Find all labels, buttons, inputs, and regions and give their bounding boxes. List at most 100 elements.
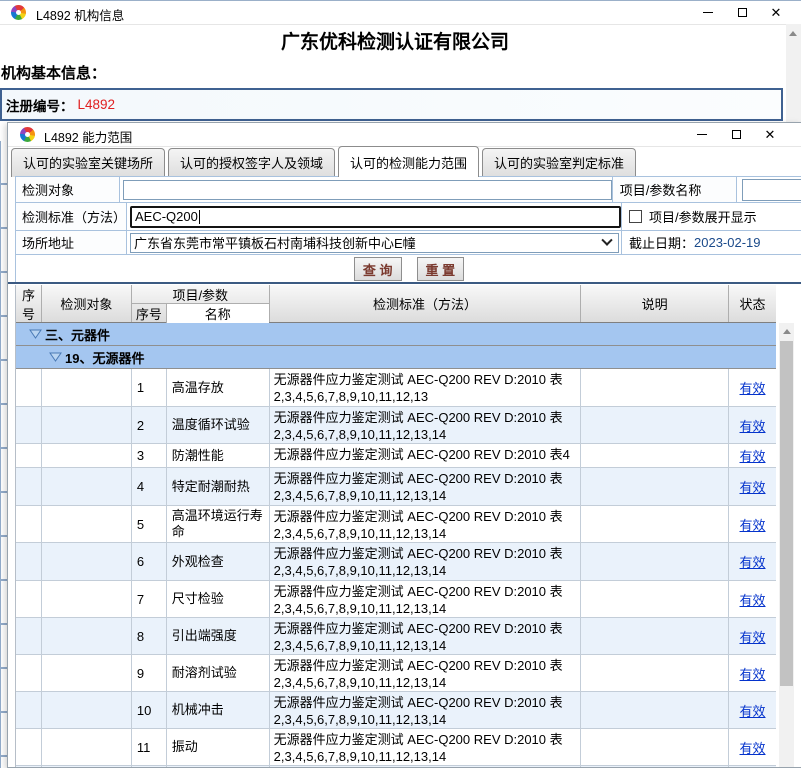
status-link[interactable]: 有效 [740, 738, 766, 757]
method-cell: 无源器件应力鉴定测试 AEC-Q200 REV D:2010 表2,3,4,5,… [270, 543, 582, 580]
group-row-components[interactable]: 三、元器件 [16, 323, 776, 346]
param-seq-cell: 6 [132, 543, 167, 580]
object-cell [42, 543, 132, 580]
param-seq-cell: 7 [132, 581, 167, 617]
header-param-seq: 序号 [132, 304, 167, 323]
screen: L4892 机构信息 ✕ 广东优科检测认证有限公司 机构基本信息： 注册编号： … [0, 0, 801, 768]
section-label: 机构基本信息： [1, 62, 106, 83]
param-name-cell: 尺寸检验 [167, 581, 270, 617]
seq-cell [16, 444, 42, 467]
minimize-button[interactable] [691, 1, 725, 24]
group-label: 19、无源器件 [65, 348, 144, 367]
close-button[interactable]: ✕ [753, 123, 787, 146]
table-row: 10 机械冲击 无源器件应力鉴定测试 AEC-Q200 REV D:2010 表… [16, 692, 776, 729]
status-link[interactable]: 有效 [740, 590, 766, 609]
status-link[interactable]: 有效 [740, 416, 766, 435]
seq-cell [16, 369, 42, 406]
header-object: 检测对象 [42, 285, 132, 322]
seq-cell [16, 692, 42, 728]
back-window-scrollbar[interactable] [786, 24, 801, 123]
status-link[interactable]: 有效 [740, 552, 766, 571]
address-select[interactable]: 广东省东莞市常平镇板石村南埔科技创新中心E幢 [130, 233, 619, 253]
scrollbar-thumb[interactable] [780, 341, 793, 686]
deadline-value: 2023-02-19 [694, 235, 761, 250]
object-cell [42, 506, 132, 542]
status-link[interactable]: 有效 [740, 515, 766, 534]
close-button[interactable]: ✕ [759, 1, 793, 24]
table-row: 5 高温环境运行寿命 无源器件应力鉴定测试 AEC-Q200 REV D:201… [16, 506, 776, 543]
collapse-icon [29, 327, 42, 342]
status-link[interactable]: 有效 [740, 378, 766, 397]
object-cell [42, 369, 132, 406]
table-row: 6 外观检查 无源器件应力鉴定测试 AEC-Q200 REV D:2010 表2… [16, 543, 776, 581]
status-link[interactable]: 有效 [740, 664, 766, 683]
tab-testing-capability[interactable]: 认可的检测能力范围 [338, 146, 479, 177]
param-seq-cell: 5 [132, 506, 167, 542]
tab-authorized-signatories[interactable]: 认可的授权签字人及领域 [168, 148, 335, 177]
scroll-up-button[interactable] [779, 323, 794, 340]
method-cell: 无源器件应力鉴定测试 AEC-Q200 REV D:2010 表2,3,4,5,… [270, 729, 582, 765]
param-name-cell: 外观检查 [167, 543, 270, 580]
status-link[interactable]: 有效 [740, 477, 766, 496]
test-object-input[interactable] [123, 180, 612, 200]
seq-cell [16, 729, 42, 765]
test-standard-input[interactable]: AEC-Q200 [130, 206, 621, 228]
table-header: 序号 检测对象 项目/参数 序号 名称 检测标准（方法） 说明 状态 [16, 285, 776, 323]
tab-lab-criteria[interactable]: 认可的实验室判定标准 [482, 148, 636, 177]
deadline-label: 截止日期： [629, 233, 694, 252]
param-name-cell: 耐溶剂试验 [167, 655, 270, 691]
seq-cell [16, 506, 42, 542]
table-row: 9 耐溶剂试验 无源器件应力鉴定测试 AEC-Q200 REV D:2010 表… [16, 655, 776, 692]
param-seq-cell: 11 [132, 729, 167, 765]
maximize-button[interactable] [719, 123, 753, 146]
param-name-cell: 高温环境运行寿命 [167, 506, 270, 542]
method-cell: 无源器件应力鉴定测试 AEC-Q200 REV D:2010 表2,3,4,5,… [270, 506, 582, 542]
note-cell [581, 581, 729, 617]
reset-button[interactable]: 重 置 [417, 257, 465, 281]
minimize-icon [703, 12, 713, 13]
table-row: 7 尺寸检验 无源器件应力鉴定测试 AEC-Q200 REV D:2010 表2… [16, 581, 776, 618]
back-window-title: L4892 机构信息 [36, 5, 124, 24]
status-link[interactable]: 有效 [740, 627, 766, 646]
note-cell [581, 543, 729, 580]
method-cell: 无源器件应力鉴定测试 AEC-Q200 REV D:2010 表2,3,4,5,… [270, 407, 582, 443]
seq-cell [16, 655, 42, 691]
method-cell: 无源器件应力鉴定测试 AEC-Q200 REV D:2010 表2,3,4,5,… [270, 618, 582, 654]
object-cell [42, 729, 132, 765]
minimize-button[interactable] [685, 123, 719, 146]
expand-params-label: 项目/参数展开显示 [649, 207, 757, 226]
background-window-edge [0, 141, 7, 768]
table-scrollbar[interactable] [779, 323, 794, 768]
header-param-title: 项目/参数 [132, 285, 269, 304]
table-row: 2 温度循环试验 无源器件应力鉴定测试 AEC-Q200 REV D:2010 … [16, 407, 776, 444]
form-table-divider [8, 282, 801, 284]
table-row: 3 防潮性能 无源器件应力鉴定测试 AEC-Q200 REV D:2010 表4… [16, 444, 776, 468]
note-cell [581, 655, 729, 691]
status-link[interactable]: 有效 [740, 446, 766, 465]
method-cell: 无源器件应力鉴定测试 AEC-Q200 REV D:2010 表2,3,4,5,… [270, 369, 582, 406]
expand-params-checkbox[interactable] [629, 210, 642, 223]
header-param-group: 项目/参数 序号 名称 [132, 285, 270, 322]
param-seq-cell: 10 [132, 692, 167, 728]
query-button[interactable]: 查 询 [354, 257, 402, 281]
param-seq-cell: 2 [132, 407, 167, 443]
param-name-label: 项目/参数名称 [613, 177, 737, 202]
param-seq-cell: 3 [132, 444, 167, 467]
table-row: 8 引出端强度 无源器件应力鉴定测试 AEC-Q200 REV D:2010 表… [16, 618, 776, 655]
method-cell: 无源器件应力鉴定测试 AEC-Q200 REV D:2010 表2,3,4,5,… [270, 581, 582, 617]
object-cell [42, 618, 132, 654]
param-name-cell: 引出端强度 [167, 618, 270, 654]
tab-key-locations[interactable]: 认可的实验室关键场所 [11, 148, 165, 177]
header-status: 状态 [729, 285, 776, 322]
maximize-button[interactable] [725, 1, 759, 24]
method-cell: 无源器件应力鉴定测试 AEC-Q200 REV D:2010 表2,3,4,5,… [270, 655, 582, 691]
front-window-title: L4892 能力范围 [44, 127, 132, 146]
table-row: 11 振动 无源器件应力鉴定测试 AEC-Q200 REV D:2010 表2,… [16, 729, 776, 766]
address-label: 场所地址 [16, 231, 127, 254]
seq-cell [16, 543, 42, 580]
param-name-input[interactable] [742, 179, 801, 201]
param-name-cell: 防潮性能 [167, 444, 270, 467]
registration-box: 注册编号： L4892 [0, 88, 783, 121]
status-link[interactable]: 有效 [740, 701, 766, 720]
group-row-passive-components[interactable]: 19、无源器件 [16, 346, 776, 369]
